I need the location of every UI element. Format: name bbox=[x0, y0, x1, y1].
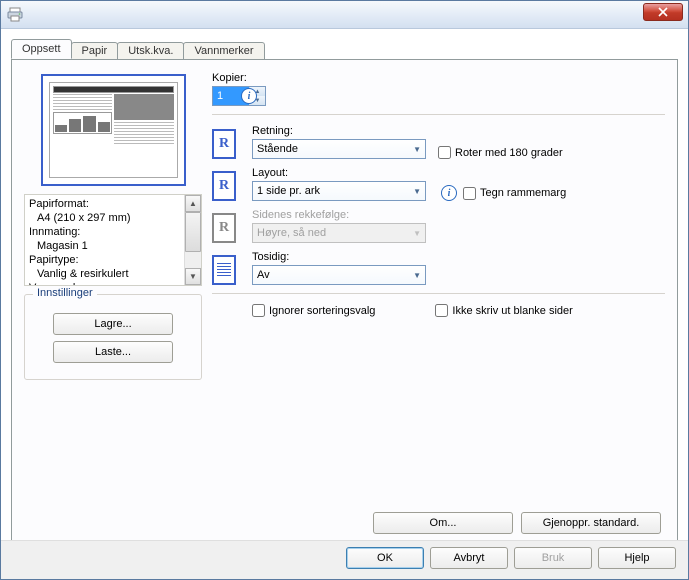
scroll-thumb[interactable] bbox=[185, 212, 201, 252]
chevron-down-icon: ▼ bbox=[413, 229, 421, 238]
divider bbox=[212, 114, 665, 115]
paper-info-box: Papirformat: A4 (210 x 297 mm) Innmating… bbox=[24, 194, 202, 286]
info-icon[interactable] bbox=[241, 88, 257, 104]
rotate-180-checkbox[interactable] bbox=[438, 146, 451, 159]
orientation-combo[interactable]: Stående▼ bbox=[252, 139, 426, 159]
ignore-collate-checkbox[interactable] bbox=[252, 304, 265, 317]
right-column: Kopier: ▲ ▼ R Retning: bbox=[212, 72, 665, 323]
draw-frame-checkbox[interactable] bbox=[463, 187, 476, 200]
close-icon bbox=[658, 7, 668, 17]
chevron-down-icon: ▼ bbox=[413, 145, 421, 154]
close-button[interactable] bbox=[643, 3, 683, 21]
titlebar bbox=[1, 1, 688, 29]
tab-watermarks[interactable]: Vannmerker bbox=[183, 42, 264, 60]
ignore-collate-label: Ignorer sorteringsvalg bbox=[269, 305, 375, 317]
page-preview bbox=[41, 74, 186, 186]
chevron-down-icon: ▼ bbox=[413, 271, 421, 280]
printer-icon bbox=[7, 7, 23, 23]
tab-panel: Papirformat: A4 (210 x 297 mm) Innmating… bbox=[11, 59, 678, 549]
scroll-down-icon[interactable]: ▼ bbox=[185, 268, 201, 285]
layout-label: Layout: bbox=[252, 167, 426, 179]
divider bbox=[212, 293, 665, 294]
settings-group-legend: Innstillinger bbox=[33, 287, 97, 299]
tab-quality[interactable]: Utsk.kva. bbox=[117, 42, 184, 60]
copies-spinner[interactable]: ▲ ▼ bbox=[212, 86, 266, 106]
tab-paper[interactable]: Papir bbox=[71, 42, 119, 60]
copies-label: Kopier: bbox=[212, 72, 665, 84]
chevron-down-icon: ▼ bbox=[413, 187, 421, 196]
tab-row: Oppsett Papir Utsk.kva. Vannmerker bbox=[11, 37, 678, 59]
left-column: Papirformat: A4 (210 x 297 mm) Innmating… bbox=[24, 72, 202, 380]
panel-footer-buttons: Om... Gjenoppr. standard. bbox=[373, 512, 661, 534]
dialog-footer: OK Avbryt Bruk Hjelp bbox=[1, 540, 688, 579]
layout-combo[interactable]: 1 side pr. ark▼ bbox=[252, 181, 426, 201]
draw-frame-label: Tegn rammemarg bbox=[480, 187, 566, 199]
skip-blank-label: Ikke skriv ut blanke sider bbox=[452, 305, 572, 317]
scroll-up-icon[interactable]: ▲ bbox=[185, 195, 201, 212]
about-button[interactable]: Om... bbox=[373, 512, 513, 534]
info-icon[interactable] bbox=[441, 185, 457, 201]
settings-group: Innstillinger Lagre... Laste... bbox=[24, 294, 202, 380]
orientation-thumb-icon: R bbox=[212, 129, 236, 159]
save-settings-button[interactable]: Lagre... bbox=[53, 313, 173, 335]
duplex-thumb-icon bbox=[212, 255, 236, 285]
duplex-combo[interactable]: Av▼ bbox=[252, 265, 426, 285]
rotate-180-label: Roter med 180 grader bbox=[455, 147, 563, 159]
layout-thumb-icon: R bbox=[212, 171, 236, 201]
duplex-label: Tosidig: bbox=[252, 251, 426, 263]
skip-blank-checkbox[interactable] bbox=[435, 304, 448, 317]
apply-button: Bruk bbox=[514, 547, 592, 569]
ok-button[interactable]: OK bbox=[346, 547, 424, 569]
restore-defaults-button[interactable]: Gjenoppr. standard. bbox=[521, 512, 661, 534]
load-settings-button[interactable]: Laste... bbox=[53, 341, 173, 363]
tab-layout[interactable]: Oppsett bbox=[11, 39, 72, 59]
cancel-button[interactable]: Avbryt bbox=[430, 547, 508, 569]
help-button[interactable]: Hjelp bbox=[598, 547, 676, 569]
page-order-label: Sidenes rekkefølge: bbox=[252, 209, 426, 221]
orientation-label: Retning: bbox=[252, 125, 426, 137]
page-order-thumb-icon: R bbox=[212, 213, 236, 243]
page-order-combo: Høyre, så ned▼ bbox=[252, 223, 426, 243]
print-dialog: Oppsett Papir Utsk.kva. Vannmerker bbox=[0, 0, 689, 580]
dialog-body: Oppsett Papir Utsk.kva. Vannmerker bbox=[1, 29, 688, 579]
paper-info-text: Papirformat: A4 (210 x 297 mm) Innmating… bbox=[25, 195, 184, 285]
info-scrollbar[interactable]: ▲ ▼ bbox=[184, 195, 201, 285]
